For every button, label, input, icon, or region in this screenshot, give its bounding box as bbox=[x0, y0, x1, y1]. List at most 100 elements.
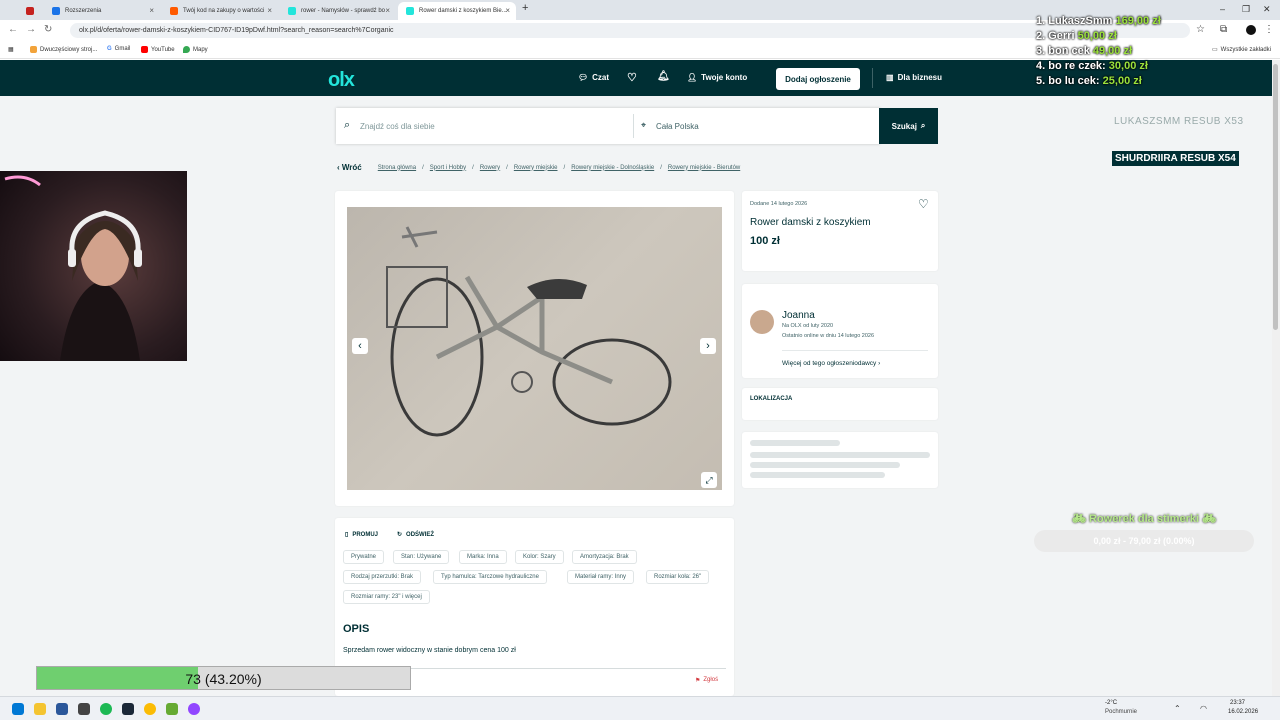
back-icon[interactable]: ← bbox=[8, 24, 18, 35]
bookmark-gmail[interactable]: G Gmail bbox=[107, 46, 130, 52]
refresh-button[interactable]: ↻ ODŚWIEŻ bbox=[397, 531, 434, 539]
app-icon[interactable] bbox=[78, 703, 90, 715]
chevron-right-icon: › bbox=[706, 340, 710, 352]
close-icon[interactable]: × bbox=[149, 6, 154, 15]
chevron-right-icon: › bbox=[878, 360, 881, 367]
param-tag: Amortyzacja: Brak bbox=[572, 550, 637, 564]
loading-card bbox=[742, 432, 938, 488]
chat-icon: 💬︎ bbox=[578, 73, 589, 82]
goal-text: 0,00 zł - 79,00 zł (0.00%) bbox=[1093, 536, 1195, 546]
bookmark-youtube[interactable]: YouTube bbox=[141, 46, 175, 53]
spotify-icon[interactable] bbox=[100, 703, 112, 715]
prev-image-button[interactable]: ‹ bbox=[352, 338, 368, 354]
file-explorer-icon[interactable] bbox=[34, 703, 46, 715]
tab-title: Rower damski z koszykiem Bie... bbox=[419, 8, 507, 14]
location-input[interactable]: Cała Polska bbox=[656, 122, 699, 131]
breadcrumb-item[interactable]: Rowery bbox=[480, 165, 500, 171]
breadcrumb-item[interactable]: Strona główna bbox=[378, 165, 416, 171]
chat-link[interactable]: 💬︎ Czat bbox=[578, 73, 609, 82]
bookmark-icon: ▯ bbox=[345, 532, 349, 538]
search-button[interactable]: Szukaj ⌕ bbox=[879, 108, 938, 144]
forward-icon[interactable]: → bbox=[26, 24, 36, 35]
close-icon[interactable]: × bbox=[267, 6, 272, 15]
param-tag: Rodzaj przerzutki: Brak bbox=[343, 570, 422, 584]
window-close-icon[interactable]: ✕ bbox=[1263, 4, 1271, 15]
chevron-left-icon: ‹ bbox=[358, 340, 362, 352]
menu-icon[interactable]: ⋮ bbox=[1264, 24, 1274, 35]
extensions-icon[interactable]: ⧉ bbox=[1220, 24, 1227, 35]
param-tag: Prywatne bbox=[343, 550, 385, 564]
maximize-icon[interactable]: ❐ bbox=[1242, 4, 1250, 15]
bookmark-item[interactable]: Dwuczęściowy stroj... bbox=[30, 46, 97, 53]
promote-button[interactable]: ▯ PROMUJ bbox=[345, 531, 378, 539]
app-icon[interactable] bbox=[56, 703, 68, 715]
reload-icon[interactable]: ↻ bbox=[44, 24, 52, 35]
seller-card: Joanna Na OLX od luty 2020 Ostatnio onli… bbox=[742, 284, 938, 378]
more-from-seller-link[interactable]: Więcej od tego ogłoszeniodawcy › bbox=[782, 360, 880, 367]
leader-row: 4. bo re czek: 30,00 zł bbox=[1036, 60, 1148, 72]
heart-icon[interactable]: ♡ bbox=[627, 71, 637, 84]
steam-icon[interactable] bbox=[122, 703, 134, 715]
wifi-icon[interactable]: ◠ bbox=[1200, 704, 1207, 713]
url-field[interactable]: olx.pl/d/oferta/rower-damski-z-koszykiem… bbox=[70, 23, 1190, 38]
back-link[interactable]: ‹ Wróć bbox=[337, 163, 362, 172]
ad-date: Dodane 14 lutego 2026 bbox=[750, 201, 808, 207]
breadcrumb-item[interactable]: Rowery miejskie - Bierutów bbox=[668, 165, 740, 171]
close-icon[interactable]: × bbox=[505, 6, 510, 15]
tab-title: rower - Namysłów - sprawdź bo bbox=[301, 8, 386, 14]
maps-icon bbox=[183, 46, 190, 53]
skeleton-line bbox=[750, 440, 840, 446]
seller-online: Ostatnio online w dniu 14 lutego 2026 bbox=[782, 333, 875, 339]
new-tab-icon[interactable]: + bbox=[522, 2, 528, 14]
skeleton-line bbox=[750, 462, 900, 468]
weather-temp[interactable]: -2°C bbox=[1105, 700, 1117, 706]
profile-avatar[interactable] bbox=[1246, 25, 1256, 35]
tab-gmail[interactable] bbox=[20, 2, 44, 20]
location-title: LOKALIZACJA bbox=[750, 396, 793, 402]
param-tag: Materiał ramy: Inny bbox=[567, 570, 635, 584]
scrollbar-thumb[interactable] bbox=[1273, 64, 1278, 330]
tab-olx-search[interactable]: rower - Namysłów - sprawdź bo × bbox=[280, 2, 396, 20]
ad-photo[interactable] bbox=[347, 207, 722, 490]
favorite-heart-icon[interactable]: ♡ bbox=[918, 197, 929, 211]
chrome-icon[interactable] bbox=[144, 703, 156, 715]
bike-icon: 🚲︎ bbox=[1071, 513, 1086, 525]
goal-bar: 0,00 zł - 79,00 zł (0.00%) bbox=[1034, 530, 1254, 552]
tab-extensions[interactable]: Rozszerzenia × bbox=[44, 2, 160, 20]
star-icon[interactable]: ☆ bbox=[1196, 24, 1205, 35]
olx-icon bbox=[406, 7, 414, 15]
building-icon: ▥ bbox=[886, 73, 894, 82]
business-link[interactable]: ▥ Dla biznesu bbox=[886, 73, 942, 82]
breadcrumb-item[interactable]: Rowery miejskie bbox=[514, 165, 558, 171]
bell-icon[interactable]: 🔔︎ bbox=[657, 71, 670, 82]
progress-bar: 73 (43.20%) bbox=[36, 666, 411, 690]
clock-time[interactable]: 23:37 bbox=[1230, 700, 1245, 706]
olx-logo[interactable]: olx bbox=[328, 69, 355, 92]
minimize-icon[interactable]: – bbox=[1220, 4, 1225, 14]
bookmark-maps[interactable]: Mapy bbox=[183, 46, 208, 53]
bike-icon: 🚲︎ bbox=[1202, 513, 1217, 525]
sub-alert: LUKASZSMM RESUB X53 bbox=[1114, 116, 1244, 127]
fullscreen-button[interactable]: ⤢ bbox=[701, 472, 717, 488]
all-bookmarks[interactable]: ▭ Wszystkie zakładki bbox=[1212, 46, 1271, 54]
ad-summary-card: Dodane 14 lutego 2026 Rower damski z kos… bbox=[742, 191, 938, 271]
close-icon[interactable]: × bbox=[385, 6, 390, 15]
tab-allegro[interactable]: Twój kod na zakupy o wartości × bbox=[162, 2, 278, 20]
bookmark-icon bbox=[30, 46, 37, 53]
apps-icon[interactable]: ▦ bbox=[8, 46, 14, 53]
add-listing-button[interactable]: Dodaj ogłoszenie bbox=[776, 68, 860, 90]
scrollbar[interactable] bbox=[1272, 60, 1280, 696]
breadcrumb-item[interactable]: Sport i Hobby bbox=[430, 165, 466, 171]
breadcrumb-item[interactable]: Rowery miejskie - Dolnośląskie bbox=[571, 165, 654, 171]
tab-olx-ad[interactable]: Rower damski z koszykiem Bie... × bbox=[398, 2, 516, 20]
tray-icon[interactable]: ⌃ bbox=[1174, 704, 1181, 713]
app-icon[interactable] bbox=[188, 703, 200, 715]
search-input[interactable]: Znajdź coś dla siebie bbox=[360, 122, 435, 131]
account-link[interactable]: 👤︎ Twoje konto bbox=[687, 73, 747, 82]
app-icon[interactable] bbox=[166, 703, 178, 715]
description-title: OPIS bbox=[343, 623, 370, 635]
next-image-button[interactable]: › bbox=[700, 338, 716, 354]
start-icon[interactable] bbox=[12, 703, 24, 715]
report-link[interactable]: ⚑ Zgłoś bbox=[695, 677, 718, 684]
bicycle-image bbox=[386, 226, 672, 437]
